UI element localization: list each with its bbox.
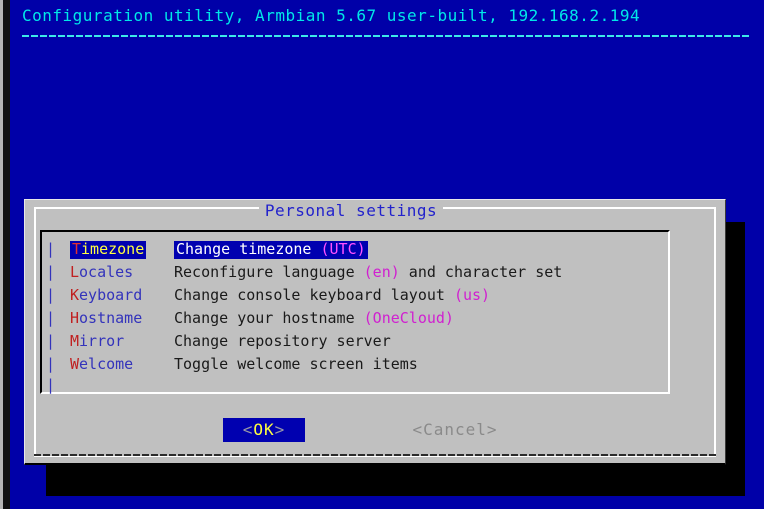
menu-item-tag-hotkey: L bbox=[70, 263, 80, 281]
menu-item-description: Reconfigure language (en) and character … bbox=[174, 265, 562, 280]
terminal-screen: Configuration utility, Armbian 5.67 user… bbox=[0, 0, 764, 509]
menu-list-tail-bar: | bbox=[46, 376, 56, 394]
screen-left-dark-edge bbox=[3, 0, 10, 509]
menu-item-tag-rest: elcome bbox=[79, 355, 134, 373]
menu-item-desc-value: (UTC) bbox=[320, 240, 366, 258]
menu-item-tag-rest: eyboard bbox=[79, 286, 143, 304]
menu-item-tag-hotkey: M bbox=[70, 332, 80, 350]
menu-item-desc-value: (OneCloud) bbox=[363, 309, 454, 327]
menu-item-desc-prefix: Change your hostname bbox=[174, 309, 364, 327]
menu-item-tag: Keyboard bbox=[70, 288, 142, 303]
row-bar-glyph: | bbox=[46, 286, 56, 304]
row-bar-glyph: | bbox=[46, 263, 56, 281]
menu-item-tag-hotkey: H bbox=[70, 309, 80, 327]
ok-button[interactable]: <OK> bbox=[223, 418, 305, 442]
row-bar-glyph: | bbox=[46, 332, 56, 350]
ok-left-bracket: < bbox=[242, 420, 254, 439]
row-bar-glyph: | bbox=[46, 309, 56, 327]
menu-item-description: Change your hostname (OneCloud) bbox=[174, 311, 454, 326]
menu-item-mirror[interactable]: | Mirror Change repository server bbox=[46, 332, 666, 355]
menu-item-desc-prefix: Change timezone bbox=[176, 240, 321, 258]
header-title: Configuration utility, Armbian 5.67 user… bbox=[22, 6, 641, 25]
menu-item-description: Toggle welcome screen items bbox=[174, 357, 418, 372]
dialog-bottom-rule bbox=[34, 454, 716, 456]
menu-item-hostname[interactable]: | Hostname Change your hostname (OneClou… bbox=[46, 309, 666, 332]
dialog-title-center: Personal settings bbox=[0, 203, 702, 219]
header-divider-rule bbox=[22, 35, 750, 37]
menu-item-tag-rest: imezone bbox=[81, 240, 145, 258]
cancel-left-bracket: < bbox=[412, 420, 424, 439]
cancel-button-label: Cancel bbox=[423, 420, 487, 439]
menu-item-description: Change repository server bbox=[174, 334, 391, 349]
dialog-title-row: Personal settings bbox=[0, 203, 702, 223]
menu-list[interactable]: | Timezone Change timezone (UTC) | Local… bbox=[46, 240, 666, 378]
menu-item-tag: Welcome bbox=[70, 357, 133, 372]
menu-item-tag-rest: ocales bbox=[79, 263, 134, 281]
menu-item-tag-rest: ostname bbox=[79, 309, 143, 327]
menu-item-desc-prefix: Change console keyboard layout bbox=[174, 286, 454, 304]
dialog-button-row: <OK> <Cancel> bbox=[24, 418, 726, 446]
row-bar-glyph: | bbox=[46, 240, 56, 258]
menu-item-description: Change console keyboard layout (us) bbox=[174, 288, 490, 303]
menu-item-tag-hotkey: T bbox=[72, 240, 82, 258]
menu-item-description: Change timezone (UTC) bbox=[174, 241, 368, 259]
dialog-title-text: Personal settings bbox=[258, 203, 444, 219]
menu-item-desc-prefix: Toggle welcome screen items bbox=[174, 355, 418, 373]
menu-item-keyboard[interactable]: | Keyboard Change console keyboard layou… bbox=[46, 286, 666, 309]
header: Configuration utility, Armbian 5.67 user… bbox=[22, 6, 752, 37]
menu-item-desc-suffix: and character set bbox=[399, 263, 563, 281]
menu-item-tag-hotkey: K bbox=[70, 286, 80, 304]
menu-item-welcome[interactable]: | Welcome Toggle welcome screen items bbox=[46, 355, 666, 378]
cancel-right-bracket: > bbox=[486, 420, 498, 439]
menu-item-tag: Locales bbox=[70, 265, 133, 280]
menu-item-tag-hotkey: W bbox=[70, 355, 80, 373]
menu-item-tag: Mirror bbox=[70, 334, 124, 349]
menu-item-desc-prefix: Change repository server bbox=[174, 332, 391, 350]
menu-item-timezone[interactable]: | Timezone Change timezone (UTC) bbox=[46, 240, 666, 263]
menu-item-locales[interactable]: | Locales Reconfigure language (en) and … bbox=[46, 263, 666, 286]
cancel-button[interactable]: <Cancel> bbox=[404, 418, 506, 442]
ok-button-label: OK bbox=[253, 420, 275, 439]
menu-item-desc-value: (en) bbox=[363, 263, 400, 281]
menu-item-tag: Timezone bbox=[70, 240, 147, 259]
menu-item-desc-prefix: Reconfigure language bbox=[174, 263, 364, 281]
row-bar-glyph: | bbox=[46, 355, 56, 373]
ok-right-bracket: > bbox=[274, 420, 286, 439]
menu-item-tag-rest: irror bbox=[79, 332, 125, 350]
menu-item-tag: Hostname bbox=[70, 311, 142, 326]
menu-item-desc-value: (us) bbox=[453, 286, 491, 304]
